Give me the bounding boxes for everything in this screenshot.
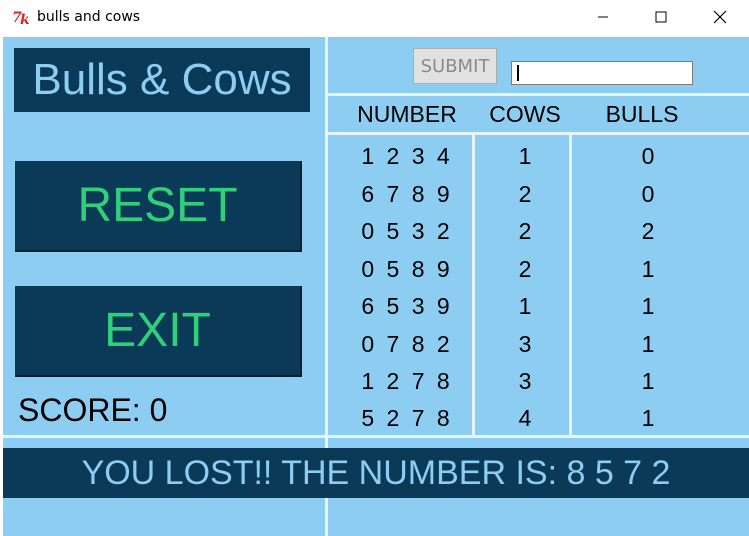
cows-count: 3: [518, 368, 532, 394]
bulls-count: 1: [641, 405, 655, 431]
close-icon: [713, 10, 727, 24]
window-titlebar: 7 k bulls and cows: [0, 0, 749, 34]
minimize-button[interactable]: [574, 0, 632, 34]
submit-button[interactable]: SUBMIT: [413, 48, 497, 84]
divider: [328, 132, 749, 135]
window-title: bulls and cows: [37, 9, 141, 25]
game-status-message: YOU LOST!! THE NUMBER IS: 8 5 7 2: [3, 448, 749, 498]
header-bulls: BULLS: [605, 101, 679, 127]
divider: [328, 93, 749, 96]
cows-count: 1: [518, 143, 532, 169]
guess-number: 0 7 8 2: [361, 331, 453, 357]
header-number: NUMBER: [357, 101, 457, 127]
cows-count: 1: [518, 293, 532, 319]
guess-input[interactable]: [511, 61, 693, 85]
close-button[interactable]: [691, 0, 749, 34]
game-title: Bulls & Cows: [14, 48, 310, 112]
minimize-icon: [598, 16, 608, 18]
game-window: Bulls & Cows RESET EXIT SCORE: 0 SUBMIT …: [3, 37, 749, 536]
tk-feather-icon: 7 k: [12, 10, 30, 26]
header-cows: COWS: [489, 101, 561, 127]
text-caret: [517, 65, 519, 81]
guess-number: 1 2 7 8: [361, 368, 453, 394]
bulls-count: 1: [641, 331, 655, 357]
cows-count: 2: [518, 256, 532, 282]
svg-text:k: k: [20, 12, 30, 26]
divider: [3, 435, 749, 438]
maximize-button[interactable]: [632, 0, 690, 34]
cows-count: 4: [518, 405, 532, 431]
cows-count: 2: [518, 218, 532, 244]
cows-count: 3: [518, 331, 532, 357]
guess-number: 6 5 3 9: [361, 293, 453, 319]
bulls-count: 0: [641, 181, 655, 207]
bulls-count: 0: [641, 143, 655, 169]
guess-number: 6 7 8 9: [361, 181, 453, 207]
divider: [472, 135, 475, 435]
guess-number: 5 2 7 8: [361, 405, 453, 431]
guess-number: 1 2 3 4: [361, 143, 453, 169]
guess-number: 0 5 3 2: [361, 218, 453, 244]
maximize-icon: [655, 11, 667, 23]
bulls-count: 2: [641, 218, 655, 244]
bulls-count: 1: [641, 368, 655, 394]
bulls-count: 1: [641, 256, 655, 282]
cows-count: 2: [518, 181, 532, 207]
score-label: SCORE: 0: [18, 392, 168, 428]
exit-button[interactable]: EXIT: [15, 286, 302, 377]
reset-button[interactable]: RESET: [15, 161, 302, 252]
bulls-count: 1: [641, 293, 655, 319]
guess-number: 0 5 8 9: [361, 256, 453, 282]
